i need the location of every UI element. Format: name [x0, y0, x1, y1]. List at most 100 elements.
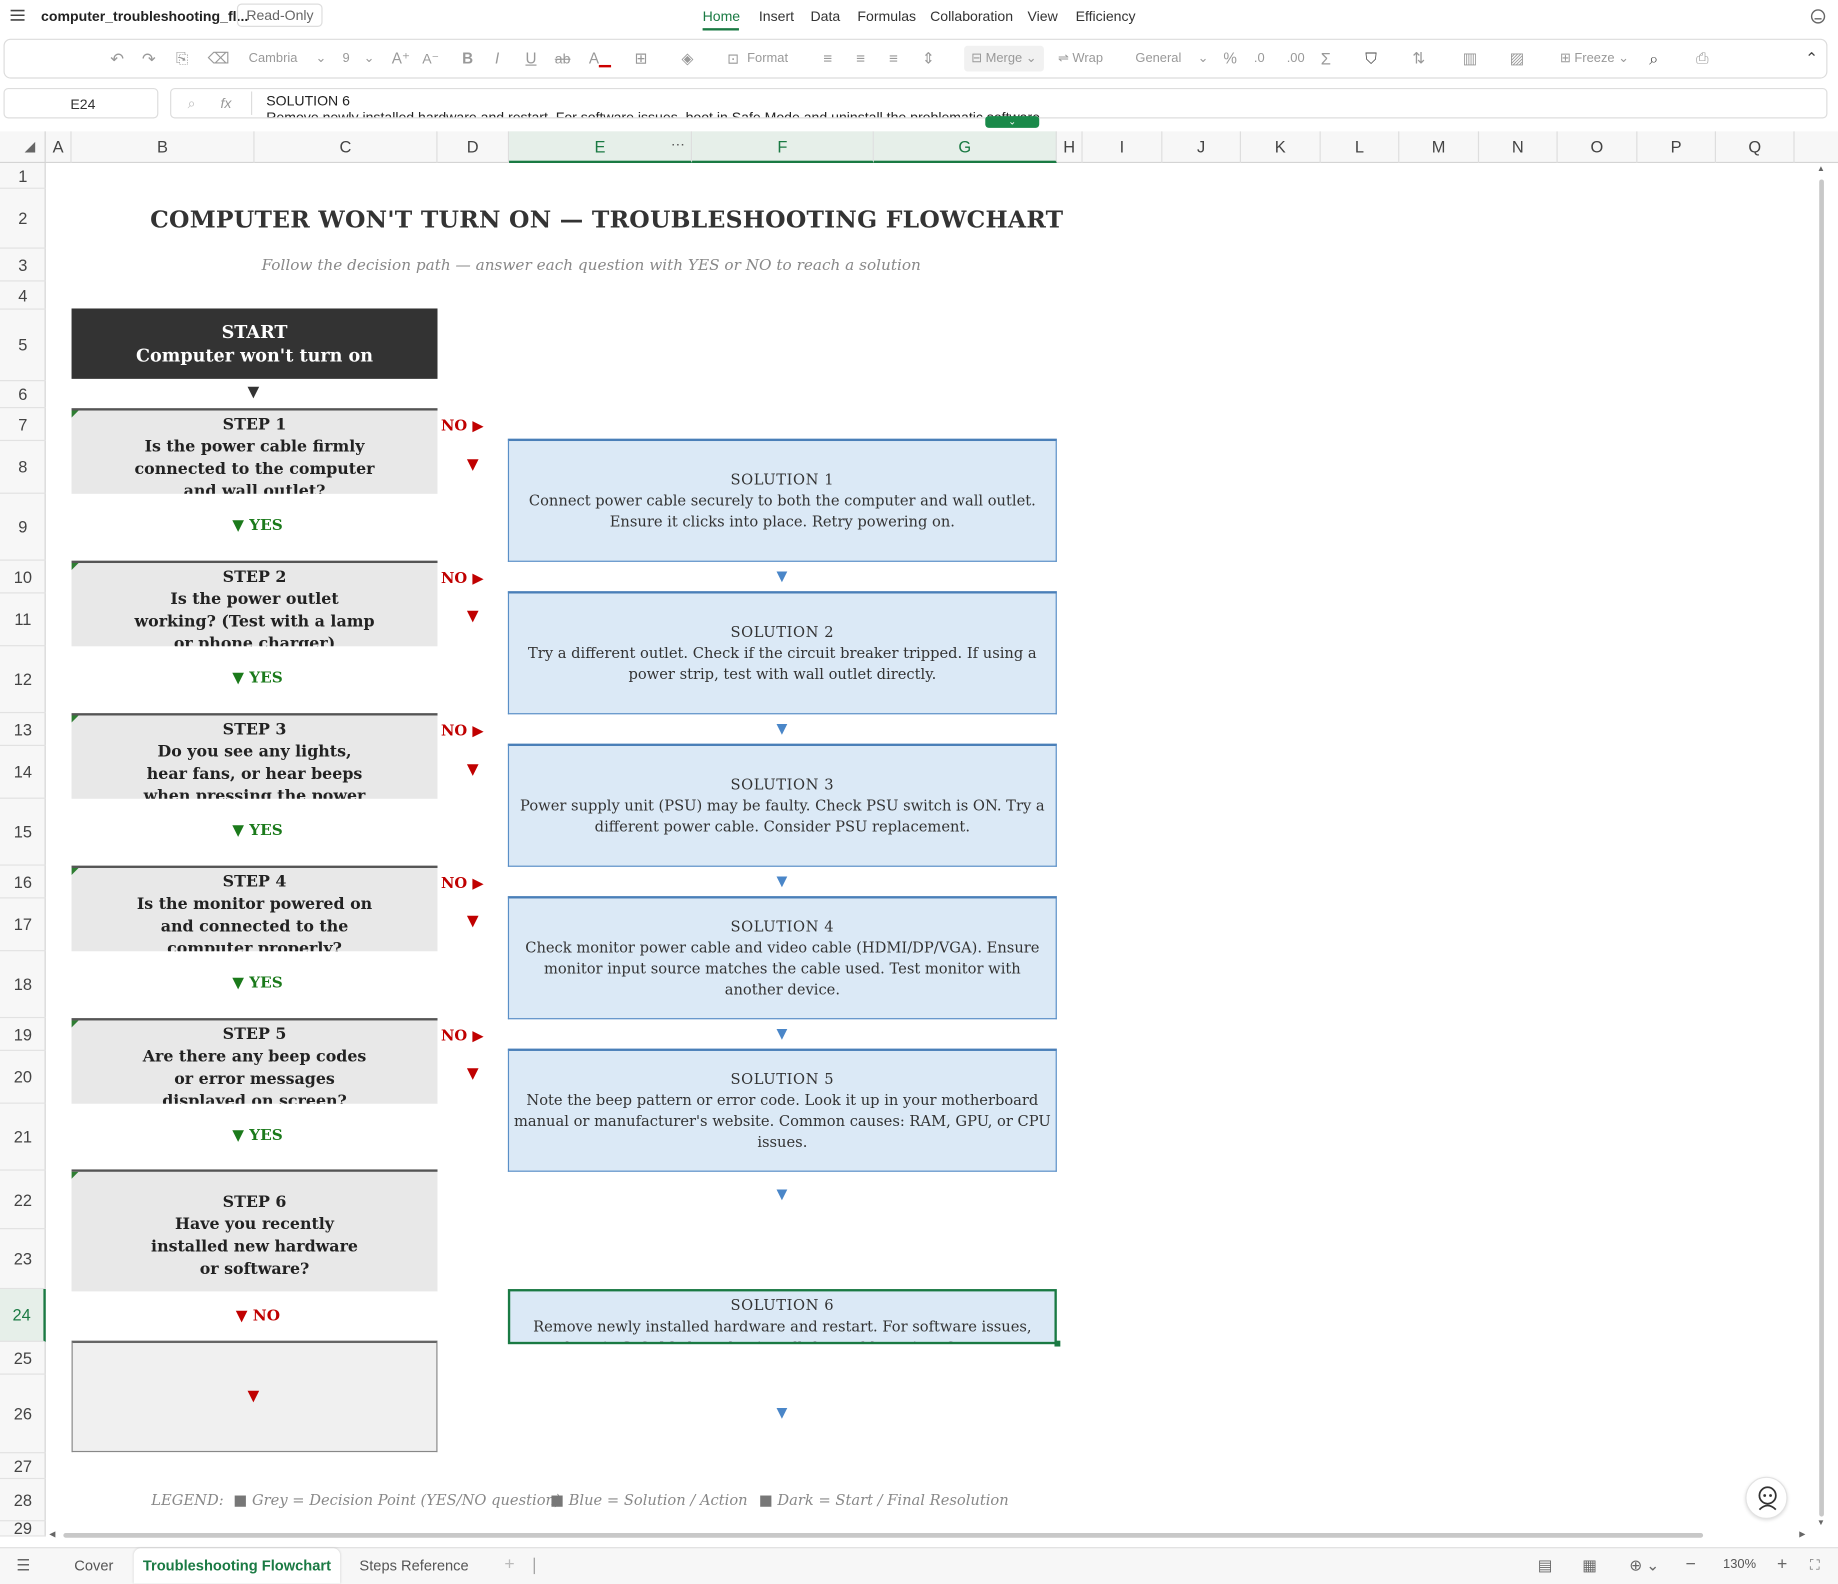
print-icon[interactable]: ⎙ — [1696, 40, 1708, 78]
undo-icon[interactable]: ↶ — [110, 40, 124, 78]
row-header[interactable]: 1 — [0, 163, 46, 189]
col-header-i[interactable]: I — [1083, 131, 1163, 164]
row-header[interactable]: 29 — [0, 1519, 46, 1538]
select-all-icon[interactable] — [0, 131, 46, 164]
merge-button[interactable]: ⊟ Merge ⌄ — [964, 45, 1044, 72]
row-header[interactable]: 8 — [0, 441, 46, 494]
help-icon[interactable] — [1810, 8, 1826, 24]
hamburger-menu-icon[interactable] — [10, 7, 25, 21]
row-header[interactable]: 2 — [0, 189, 46, 249]
row-header[interactable]: 3 — [0, 249, 46, 282]
sheet-canvas[interactable]: COMPUTER WON'T TURN ON — TROUBLESHOOTING… — [46, 163, 1816, 1537]
menu-collaboration[interactable]: Collaboration — [930, 8, 1013, 24]
solution-6-box[interactable]: SOLUTION 6 Remove newly installed hardwa… — [507, 1289, 1057, 1345]
increase-decimal-icon[interactable]: .0 — [1254, 40, 1265, 78]
increase-font-icon[interactable]: A⁺ — [392, 40, 410, 78]
col-header-d[interactable]: D — [438, 131, 510, 164]
scroll-left-icon[interactable]: ◀ — [49, 1530, 55, 1539]
font-size-select[interactable]: 9 — [342, 40, 349, 78]
menu-efficiency[interactable]: Efficiency — [1076, 8, 1136, 24]
italic-icon[interactable]: I — [495, 40, 499, 78]
assistant-bot-icon[interactable] — [1745, 1476, 1788, 1519]
step-1-box[interactable]: STEP 1 Is the power cable firmly connect… — [71, 408, 438, 494]
zoom-level[interactable]: 130% — [1723, 1558, 1756, 1572]
row-header[interactable]: 26 — [0, 1375, 46, 1454]
tab-troubleshooting-flowchart[interactable]: Troubleshooting Flowchart — [133, 1548, 341, 1584]
font-family-chevron-icon[interactable]: ⌄ — [316, 40, 327, 78]
row-header[interactable]: 14 — [0, 746, 46, 799]
row-header[interactable]: 15 — [0, 799, 46, 866]
fill-handle[interactable] — [1054, 1340, 1061, 1347]
read-only-badge[interactable]: Read-Only — [236, 3, 323, 27]
col-header-m[interactable]: M — [1399, 131, 1480, 164]
bold-icon[interactable]: B — [462, 40, 473, 78]
row-header[interactable]: 21 — [0, 1104, 46, 1171]
step-4-box[interactable]: STEP 4 Is the monitor powered on and con… — [71, 865, 438, 952]
chart-icon[interactable]: ▥ — [1463, 40, 1477, 78]
menu-data[interactable]: Data — [811, 8, 841, 24]
menu-home[interactable]: Home — [703, 8, 741, 24]
freeze-button[interactable]: ⊞ Freeze ⌄ — [1560, 40, 1629, 78]
zoom-formula-icon[interactable]: ⌕ — [188, 95, 196, 113]
vertical-align-icon[interactable]: ⇕ — [922, 40, 935, 78]
add-sheet-icon[interactable]: + — [504, 1554, 514, 1574]
scroll-down-icon[interactable]: ▼ — [1817, 1519, 1825, 1527]
row-header[interactable]: 9 — [0, 494, 46, 561]
fullscreen-icon[interactable]: ⛶ — [1810, 1556, 1820, 1574]
align-left-icon[interactable]: ≡ — [823, 40, 832, 78]
step-3-box[interactable]: STEP 3 Do you see any lights, hear fans,… — [71, 713, 438, 799]
sort-icon[interactable]: ⇅ — [1412, 40, 1425, 78]
formula-input[interactable]: ⌕ fx SOLUTION 6 Remove newly installed h… — [170, 87, 1828, 119]
row-header[interactable]: 7 — [0, 408, 46, 442]
row-header[interactable]: 18 — [0, 951, 46, 1019]
menu-view[interactable]: View — [1027, 8, 1057, 24]
clear-format-icon[interactable]: ⌫ — [208, 40, 230, 78]
step-5-box[interactable]: STEP 5 Are there any beep codes or error… — [71, 1018, 438, 1104]
format-painter-icon[interactable]: ⎘ — [176, 40, 188, 78]
solution-4-box[interactable]: SOLUTION 4 Check monitor power cable and… — [507, 896, 1057, 1020]
vertical-scrollbar[interactable]: ▲ ▼ — [1816, 163, 1828, 1535]
decrease-font-icon[interactable]: A⁻ — [422, 40, 439, 78]
font-size-chevron-icon[interactable]: ⌄ — [364, 40, 375, 78]
align-center-icon[interactable]: ≡ — [856, 40, 865, 78]
sum-icon[interactable]: Σ — [1321, 40, 1331, 78]
zoom-out-icon[interactable]: − — [1686, 1554, 1696, 1574]
row-header[interactable]: 24 — [0, 1289, 46, 1342]
zoom-in-icon[interactable]: + — [1777, 1554, 1787, 1574]
row-header[interactable]: 27 — [0, 1453, 46, 1480]
number-format-select[interactable]: General — [1135, 40, 1181, 78]
col-header-j[interactable]: J — [1162, 131, 1241, 164]
row-header[interactable]: 5 — [0, 310, 46, 382]
menu-insert[interactable]: Insert — [759, 8, 794, 24]
solution-3-box[interactable]: SOLUTION 3 Power supply unit (PSU) may b… — [507, 743, 1057, 867]
row-header[interactable]: 16 — [0, 866, 46, 899]
row-header[interactable]: 28 — [0, 1479, 46, 1522]
percent-button[interactable]: % — [1223, 40, 1237, 78]
wrap-button[interactable]: ⇌ Wrap — [1058, 40, 1103, 78]
page-break-icon[interactable]: ▦ — [1582, 1556, 1596, 1575]
expand-formula-icon[interactable]: ⌄ — [985, 116, 1040, 128]
name-box[interactable]: E24 — [3, 87, 159, 119]
font-color-icon[interactable]: A▁ — [589, 40, 611, 78]
row-header[interactable]: 6 — [0, 381, 46, 409]
solution-2-box[interactable]: SOLUTION 2 Try a different outlet. Check… — [507, 591, 1057, 715]
row-header[interactable]: 11 — [0, 594, 46, 647]
decrease-decimal-icon[interactable]: .00 — [1287, 40, 1305, 78]
col-header-n[interactable]: N — [1479, 131, 1558, 164]
col-header-f[interactable]: F — [692, 131, 874, 164]
scroll-up-icon[interactable]: ▲ — [1817, 165, 1825, 173]
fx-icon[interactable]: fx — [221, 95, 232, 111]
solution-5-box[interactable]: SOLUTION 5 Note the beep pattern or erro… — [507, 1048, 1057, 1172]
step-2-box[interactable]: STEP 2 Is the power outlet working? (Tes… — [71, 560, 438, 647]
row-header[interactable]: 13 — [0, 713, 46, 746]
col-header-h[interactable]: H — [1057, 131, 1083, 164]
search-icon[interactable]: ⌕ — [1649, 40, 1658, 78]
redo-icon[interactable]: ↷ — [142, 40, 156, 78]
vertical-scroll-thumb[interactable] — [1819, 179, 1824, 1517]
image-icon[interactable]: ▨ — [1510, 40, 1524, 78]
col-header-k[interactable]: K — [1241, 131, 1321, 164]
col-header-e[interactable]: E — [509, 131, 693, 164]
sheet-list-icon[interactable]: ☰ — [16, 1556, 30, 1575]
row-header[interactable]: 22 — [0, 1171, 46, 1230]
col-header-a[interactable]: A — [46, 131, 72, 164]
